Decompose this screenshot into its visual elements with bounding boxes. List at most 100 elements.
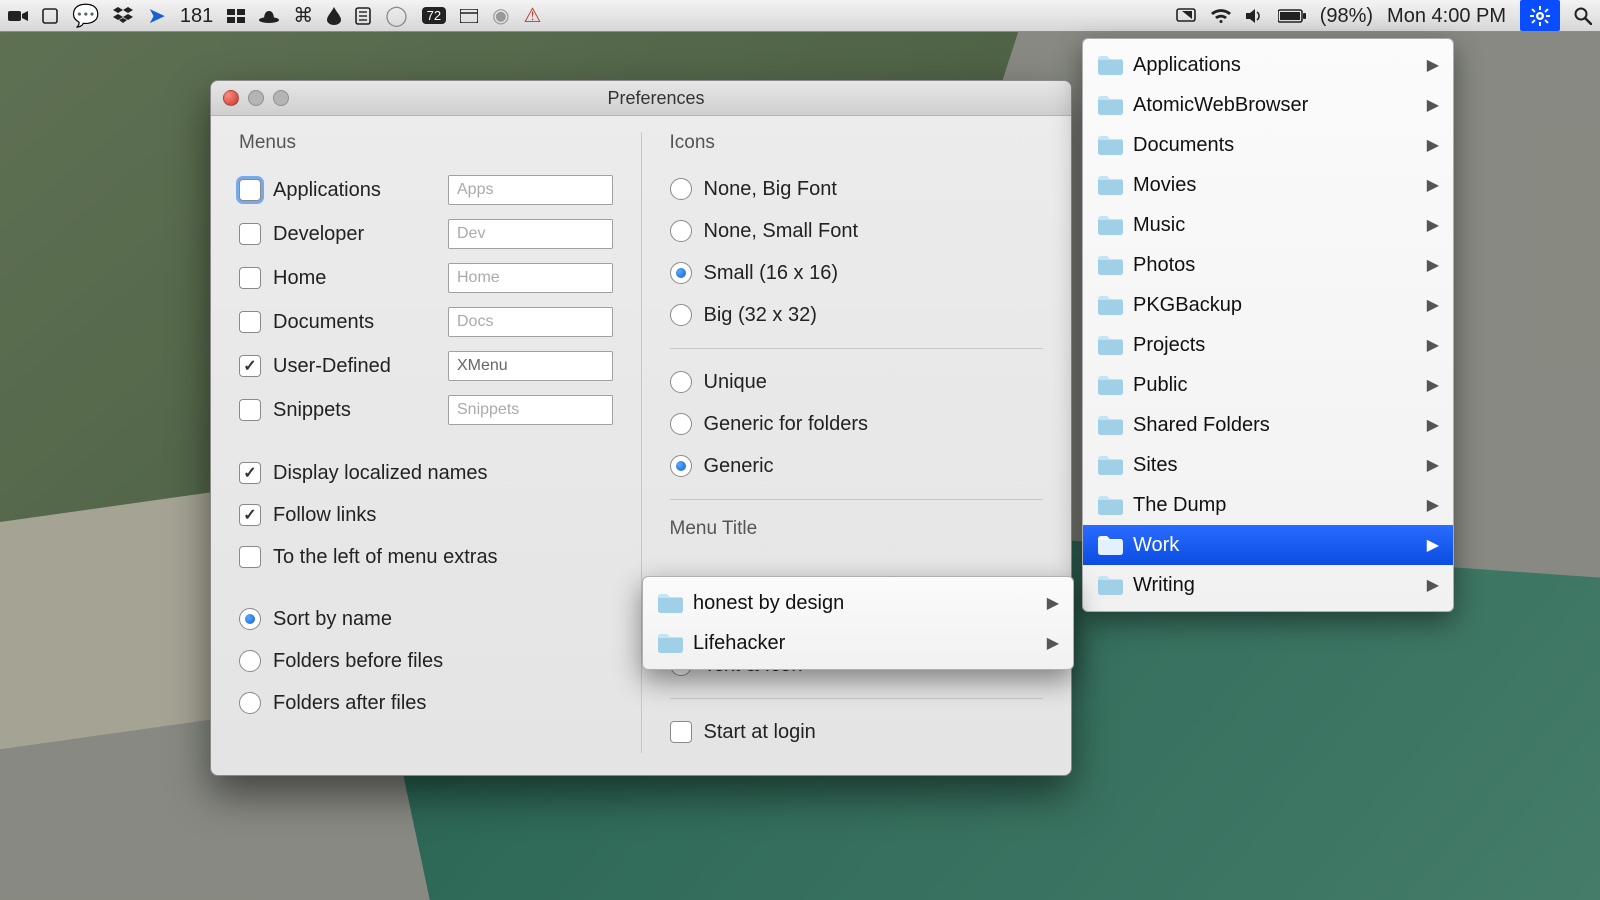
window-titlebar[interactable]: Preferences: [211, 81, 1071, 116]
menu-item[interactable]: honest by design▶: [643, 583, 1073, 623]
dropbox-icon[interactable]: [113, 7, 133, 25]
menu-option-checkbox[interactable]: [239, 179, 261, 201]
sort-option-row: Sort by name: [239, 598, 613, 640]
icon-style-option-radio[interactable]: [670, 455, 692, 477]
globe-icon[interactable]: ◯: [385, 6, 407, 26]
icon-size-option-radio[interactable]: [670, 220, 692, 242]
menu-item[interactable]: Applications▶: [1083, 45, 1453, 85]
grid-icon[interactable]: [227, 9, 245, 23]
battery-icon[interactable]: [1278, 9, 1306, 23]
menu-option-name-input[interactable]: Docs: [448, 307, 613, 337]
menu-option-name-input[interactable]: Snippets: [448, 395, 613, 425]
submenu-arrow-icon: ▶: [1047, 593, 1059, 613]
menu-item[interactable]: PKGBackup▶: [1083, 285, 1453, 325]
menubar-clock[interactable]: Mon 4:00 PM: [1387, 6, 1506, 26]
icon-size-option-row: None, Small Font: [670, 210, 1044, 252]
submenu-arrow-icon: ▶: [1427, 455, 1439, 475]
menu-item[interactable]: Projects▶: [1083, 325, 1453, 365]
menu-option-checkbox[interactable]: [239, 399, 261, 421]
preferences-window: Preferences Menus ApplicationsAppsDevelo…: [210, 80, 1072, 776]
menu-option-row: HomeHome: [239, 256, 613, 300]
menu-option-checkbox[interactable]: [239, 267, 261, 289]
menu-option-checkbox[interactable]: [239, 355, 261, 377]
menu-item[interactable]: Work▶: [1083, 525, 1453, 565]
drop-icon[interactable]: [327, 7, 341, 25]
compass-icon[interactable]: ◉: [492, 6, 509, 26]
menu-item[interactable]: Public▶: [1083, 365, 1453, 405]
xmenu-main-menu: Applications▶AtomicWebBrowser▶Documents▶…: [1082, 38, 1454, 612]
icon-size-option-radio[interactable]: [670, 178, 692, 200]
battery-square-icon[interactable]: [42, 8, 58, 24]
command-icon[interactable]: ⌘: [293, 6, 313, 26]
menu-item[interactable]: Photos▶: [1083, 245, 1453, 285]
document-icon[interactable]: [355, 7, 371, 25]
display-localized-checkbox[interactable]: [239, 462, 261, 484]
icon-size-option-radio[interactable]: [670, 262, 692, 284]
follow-links-checkbox[interactable]: [239, 504, 261, 526]
folder-icon: [1097, 495, 1123, 515]
folder-icon: [1097, 535, 1123, 555]
menu-option-name-input[interactable]: Dev: [448, 219, 613, 249]
sort-option-radio[interactable]: [239, 608, 261, 630]
menus-section-heading: Menus: [239, 132, 613, 154]
menu-item[interactable]: Lifehacker▶: [643, 623, 1073, 663]
icon-style-option-radio[interactable]: [670, 413, 692, 435]
sort-option-label: Folders after files: [273, 692, 426, 715]
start-at-login-row: Start at login: [670, 711, 1044, 753]
notification-count[interactable]: 181: [180, 6, 213, 26]
menu-option-name-input[interactable]: Home: [448, 263, 613, 293]
folder-icon: [1097, 375, 1123, 395]
menu-option-name-input[interactable]: XMenu: [448, 351, 613, 381]
display-icon[interactable]: [1176, 8, 1196, 24]
menu-item[interactable]: AtomicWebBrowser▶: [1083, 85, 1453, 125]
menu-item[interactable]: The Dump▶: [1083, 485, 1453, 525]
wifi-alert-icon[interactable]: ⚠: [524, 6, 542, 26]
folder-icon: [657, 593, 683, 613]
window-close-button[interactable]: [223, 90, 239, 106]
menu-item-label: Writing: [1133, 574, 1195, 597]
icon-style-option-radio[interactable]: [670, 371, 692, 393]
window-icon[interactable]: [460, 9, 478, 23]
window-zoom-button[interactable]: [273, 90, 289, 106]
camcorder-icon[interactable]: [8, 9, 28, 23]
chat-icon[interactable]: 💬: [72, 5, 99, 27]
wifi-icon[interactable]: [1210, 8, 1232, 24]
menu-option-name-input[interactable]: Apps: [448, 175, 613, 205]
menu-item[interactable]: Documents▶: [1083, 125, 1453, 165]
submenu-arrow-icon: ▶: [1427, 175, 1439, 195]
menu-option-checkbox[interactable]: [239, 311, 261, 333]
folder-icon: [1097, 575, 1123, 595]
xmenu-gear-icon[interactable]: [1520, 0, 1560, 31]
menu-option-row: User-DefinedXMenu: [239, 344, 613, 388]
sort-option-label: Folders before files: [273, 650, 443, 673]
icon-size-option-label: Small (16 x 16): [704, 262, 839, 285]
menu-option-checkbox[interactable]: [239, 223, 261, 245]
start-at-login-checkbox[interactable]: [670, 721, 692, 743]
folder-icon: [1097, 55, 1123, 75]
submenu-arrow-icon: ▶: [1427, 295, 1439, 315]
spotlight-icon[interactable]: [1574, 7, 1592, 25]
folder-icon: [1097, 415, 1123, 435]
menu-item[interactable]: Sites▶: [1083, 445, 1453, 485]
icon-style-option-label: Generic: [704, 455, 774, 478]
hat-icon[interactable]: [259, 9, 279, 23]
submenu-arrow-icon: ▶: [1427, 415, 1439, 435]
folder-icon: [1097, 135, 1123, 155]
icons-section-heading: Icons: [670, 132, 1044, 154]
window-minimize-button[interactable]: [248, 90, 264, 106]
icon-size-option-radio[interactable]: [670, 304, 692, 326]
icon-size-option-row: Small (16 x 16): [670, 252, 1044, 294]
menu-item[interactable]: Shared Folders▶: [1083, 405, 1453, 445]
menu-item[interactable]: Writing▶: [1083, 565, 1453, 605]
volume-icon[interactable]: [1246, 8, 1264, 24]
cursor-icon[interactable]: ➤: [147, 5, 165, 27]
sort-option-radio[interactable]: [239, 692, 261, 714]
icon-style-option-row: Generic for folders: [670, 403, 1044, 445]
left-of-extras-checkbox[interactable]: [239, 546, 261, 568]
menu-item[interactable]: Music▶: [1083, 205, 1453, 245]
sort-option-radio[interactable]: [239, 650, 261, 672]
temp-badge[interactable]: 72: [422, 7, 446, 24]
sort-option-row: Folders after files: [239, 682, 613, 724]
menu-item[interactable]: Movies▶: [1083, 165, 1453, 205]
menu-option-row: DocumentsDocs: [239, 300, 613, 344]
